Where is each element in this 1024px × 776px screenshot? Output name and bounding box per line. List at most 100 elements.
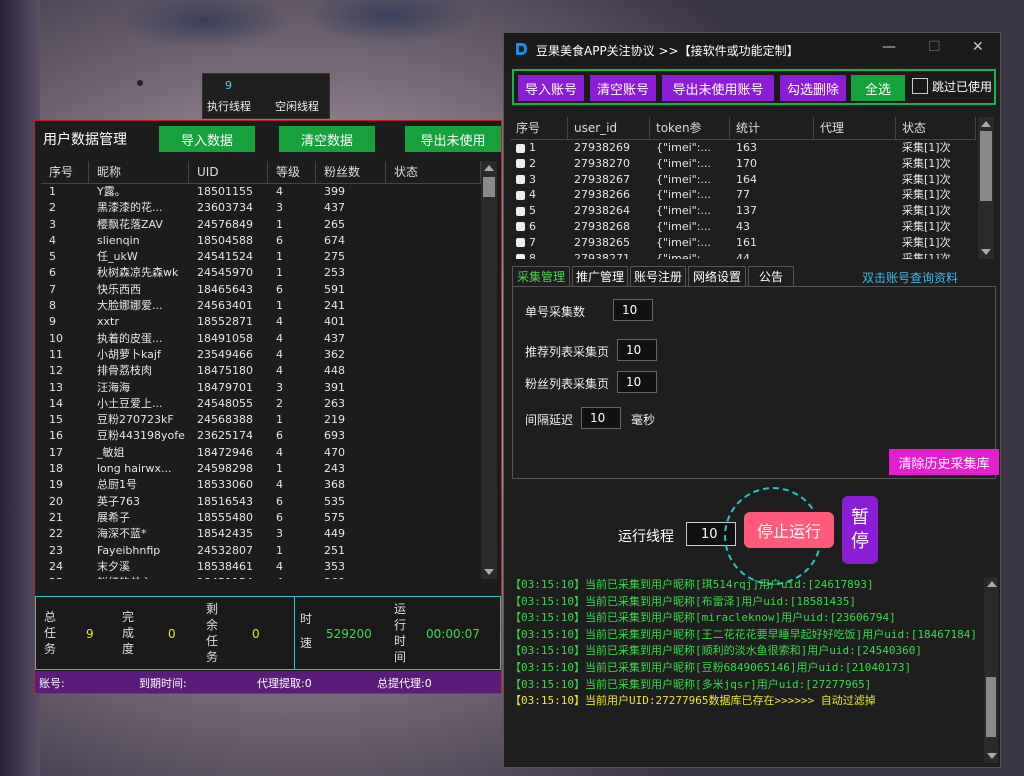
table-row[interactable]: 12 排骨荔枝肉 18475180 4 448 xyxy=(41,363,481,379)
row-select-cell: 6 xyxy=(510,219,568,235)
table-row[interactable]: 17 _敏姐 18472946 4 470 xyxy=(41,445,481,461)
table-row[interactable]: 9 xxtr 18552871 4 401 xyxy=(41,314,481,330)
log-scrollbar[interactable] xyxy=(984,577,998,763)
table-row[interactable]: 13 汪海海 18479701 3 391 xyxy=(41,380,481,396)
table-row[interactable]: 20 英子763 18516543 6 535 xyxy=(41,494,481,510)
col-header[interactable]: 状态 xyxy=(896,117,976,139)
table-row[interactable]: 15 豆粉270723kF 24568388 1 219 xyxy=(41,412,481,428)
table-row[interactable]: 6 秋树森凉先森wk 24545970 1 253 xyxy=(41,265,481,281)
col-header[interactable]: 序号 xyxy=(41,161,89,183)
row-checkbox[interactable] xyxy=(516,175,525,185)
export-unused-account-button[interactable]: 导出未使用账号 xyxy=(662,75,774,101)
col-header[interactable]: 统计 xyxy=(730,117,814,139)
skip-used-checkbox[interactable] xyxy=(912,78,928,94)
row-checkbox[interactable] xyxy=(516,222,525,232)
row-checkbox[interactable] xyxy=(516,254,525,259)
table-row[interactable]: 8 大脸娜娜爱... 24563401 1 241 xyxy=(41,298,481,314)
skip-used-label[interactable]: 跳过已使用 xyxy=(932,78,992,95)
table-row[interactable]: 10 执着的皮蛋... 18491058 4 437 xyxy=(41,331,481,347)
tab-notice[interactable]: 公告 xyxy=(748,266,794,286)
vertical-scrollbar[interactable] xyxy=(978,117,994,259)
table-row[interactable]: 4 27938266 {"imei":... 77 采集[1]次 xyxy=(510,187,976,203)
table-row[interactable]: 4 slienqin 18504588 6 674 xyxy=(41,233,481,249)
row-checkbox[interactable] xyxy=(516,143,525,153)
table-row[interactable]: 3 27938267 {"imei":... 164 采集[1]次 xyxy=(510,172,976,188)
table-row[interactable]: 2 黑漆漆的花... 23603734 3 437 xyxy=(41,200,481,216)
table-row[interactable]: 11 小胡萝卜kajf 23549466 4 362 xyxy=(41,347,481,363)
tab-promo-manage[interactable]: 推广管理 xyxy=(572,266,628,286)
scroll-up-icon[interactable] xyxy=(981,121,991,127)
interval-delay-input[interactable] xyxy=(581,407,621,429)
table-cell: 24532807 xyxy=(197,543,253,557)
table-row[interactable]: 18 long hairwx... 24598298 1 243 xyxy=(41,461,481,477)
scroll-thumb[interactable] xyxy=(980,131,992,201)
table-row[interactable]: 7 27938265 {"imei":... 161 采集[1]次 xyxy=(510,235,976,251)
row-checkbox[interactable] xyxy=(516,238,525,248)
scroll-up-icon[interactable] xyxy=(484,165,494,171)
table-header: 序号 昵称 UID 等级 粉丝数 状态 xyxy=(41,161,481,184)
table-row[interactable]: 23 Fayeibhnfip 24532807 1 251 xyxy=(41,543,481,559)
select-all-button[interactable]: 全选 xyxy=(851,75,905,101)
table-row[interactable]: 16 豆粉443198yofe 23625174 6 693 xyxy=(41,428,481,444)
stop-run-button[interactable]: 停止运行 xyxy=(744,512,834,548)
col-header[interactable]: 等级 xyxy=(268,161,316,183)
recommend-page-input[interactable] xyxy=(617,339,657,361)
table-row[interactable]: 1 27938269 {"imei":... 163 采集[1]次 xyxy=(510,140,976,156)
table-cell: 9 xyxy=(49,315,56,329)
col-header[interactable]: user_id xyxy=(568,117,650,139)
table-row[interactable]: 2 27938270 {"imei":... 170 采集[1]次 xyxy=(510,156,976,172)
scroll-up-icon[interactable] xyxy=(987,581,997,587)
minimize-icon[interactable]: — xyxy=(882,39,896,55)
row-checkbox[interactable] xyxy=(516,206,525,216)
table-row[interactable]: 25鲜红的羊心...184511544369 xyxy=(41,575,481,579)
export-unused-button[interactable]: 导出未使用 xyxy=(405,126,501,152)
col-header[interactable]: 序号 xyxy=(510,117,568,139)
table-cell: 27938268 xyxy=(574,219,630,233)
pause-button[interactable]: 暂停 xyxy=(842,496,878,564)
scroll-down-icon[interactable] xyxy=(987,753,997,759)
scroll-down-icon[interactable] xyxy=(981,249,991,255)
scroll-thumb[interactable] xyxy=(986,677,996,737)
table-row[interactable]: 24 末夕溪 18538461 4 353 xyxy=(41,559,481,575)
col-header[interactable]: 状态 xyxy=(386,161,481,183)
table-cell xyxy=(386,217,481,233)
vertical-scrollbar[interactable] xyxy=(481,161,497,579)
clear-history-button[interactable]: 清除历史采集库 xyxy=(889,449,999,475)
scroll-thumb[interactable] xyxy=(483,177,495,197)
tab-collect-manage[interactable]: 采集管理 xyxy=(512,266,570,286)
table-cell: 77 xyxy=(736,188,750,202)
table-cell: 采集[1]次 xyxy=(902,235,951,249)
table-row[interactable]: 5 27938264 {"imei":... 137 采集[1]次 xyxy=(510,203,976,219)
table-row[interactable]: 22 海深不蓝* 18542435 3 449 xyxy=(41,526,481,542)
table-row[interactable]: 8 27938271 {"imei":... 44 采集[1]次 xyxy=(510,251,976,259)
maximize-icon[interactable]: ☐ xyxy=(928,39,941,55)
close-icon[interactable]: ✕ xyxy=(972,39,984,55)
table-row[interactable]: 19 总厨1号 18533060 4 368 xyxy=(41,477,481,493)
fans-page-input[interactable] xyxy=(617,371,657,393)
table-row[interactable]: 7 快乐西西 18465643 6 591 xyxy=(41,282,481,298)
table-row[interactable]: 3 樱飘花落ZAV 24576849 1 265 xyxy=(41,217,481,233)
table-row[interactable]: 5 任_ukW 24541524 1 275 xyxy=(41,249,481,265)
table-row[interactable]: 14 小土豆爱上... 24548055 2 263 xyxy=(41,396,481,412)
import-data-button[interactable]: 导入数据 xyxy=(159,126,255,152)
tab-network-settings[interactable]: 网络设置 xyxy=(688,266,746,286)
col-header[interactable]: token参 xyxy=(650,117,730,139)
tab-account-register[interactable]: 账号注册 xyxy=(630,266,686,286)
clear-data-button[interactable]: 清空数据 xyxy=(279,126,375,152)
scroll-down-icon[interactable] xyxy=(484,569,494,575)
import-account-button[interactable]: 导入账号 xyxy=(518,75,584,101)
clear-account-button[interactable]: 清空账号 xyxy=(590,75,656,101)
single-collect-input[interactable] xyxy=(613,299,653,321)
col-header[interactable]: UID xyxy=(189,161,268,183)
table-cell: 353 xyxy=(324,559,345,573)
row-checkbox[interactable] xyxy=(516,190,525,200)
col-header[interactable]: 昵称 xyxy=(89,161,189,183)
table-row[interactable]: 21 展希子 18555480 6 575 xyxy=(41,510,481,526)
col-header[interactable]: 代理 xyxy=(814,117,896,139)
table-row[interactable]: 6 27938268 {"imei":... 43 采集[1]次 xyxy=(510,219,976,235)
double-click-query-hint[interactable]: 双击账号查询资料 xyxy=(862,269,958,286)
row-checkbox[interactable] xyxy=(516,159,525,169)
col-header[interactable]: 粉丝数 xyxy=(316,161,386,183)
check-delete-button[interactable]: 勾选删除 xyxy=(780,75,846,101)
table-row[interactable]: 1 Y露。 18501155 4 399 xyxy=(41,184,481,200)
